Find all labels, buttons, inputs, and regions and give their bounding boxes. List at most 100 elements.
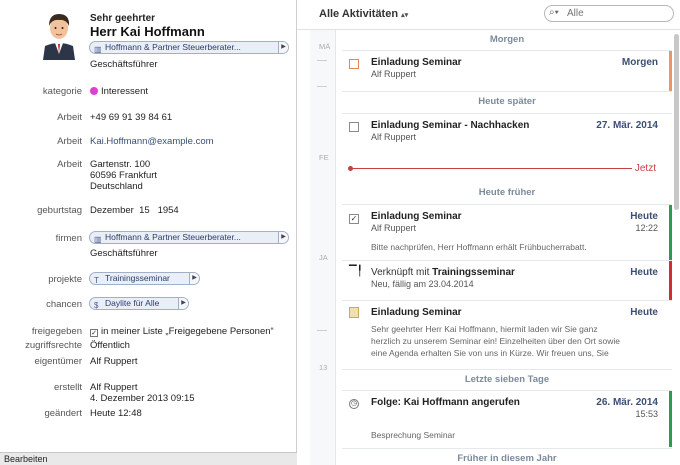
building-icon: ▥ xyxy=(94,45,102,54)
firmen-token-label: Hoffmann & Partner Steuerberater... xyxy=(105,232,241,242)
firmen-position: Geschäftsführer xyxy=(90,248,158,259)
task-checkbox[interactable] xyxy=(349,59,359,69)
token-arrow-icon[interactable]: ▶ xyxy=(178,298,188,309)
activity-date: Heute xyxy=(630,307,658,318)
contact-detail-pane: Sehr geehrter Herr Kai Hoffmann ▥ Hoffma… xyxy=(0,0,297,465)
chancen-label: chancen xyxy=(46,299,82,310)
activity-item[interactable]: ✓ Einladung Seminar Heute Alf Ruppert 12… xyxy=(342,204,672,261)
search-input[interactable] xyxy=(567,7,667,20)
activity-filter-label: Alle Aktivitäten xyxy=(319,8,399,20)
kategorie-label: kategorie xyxy=(42,86,82,97)
section-header: Früher in diesem Jahr xyxy=(342,448,672,465)
link-prefix: Verknüpft mit xyxy=(371,267,430,278)
timeline-month: MÄ xyxy=(319,42,331,51)
company-token-label: Hoffmann & Partner Steuerberater... xyxy=(105,42,241,52)
note-icon xyxy=(349,307,359,318)
category-color-dot xyxy=(90,87,98,95)
changed-label: geändert xyxy=(44,408,82,419)
address-label: Arbeit xyxy=(57,159,82,170)
activity-title: Einladung Seminar xyxy=(371,211,462,222)
zugriff-value[interactable]: Öffentlich xyxy=(90,340,130,351)
activity-owner: Alf Ruppert xyxy=(371,69,417,79)
salutation: Sehr geehrter xyxy=(90,13,156,24)
note-line: Sehr geehrter Herr Kai Hoffmann, hiermit… xyxy=(371,324,598,334)
timeline-month: 13 xyxy=(319,363,328,372)
activity-filter-dropdown[interactable]: Alle Aktivitäten ▴▾ xyxy=(319,8,408,20)
status-color-bar xyxy=(669,391,672,447)
section-header: Heute früher xyxy=(478,187,536,198)
activity-title: Einladung Seminar xyxy=(371,307,462,318)
email-label: Arbeit xyxy=(57,136,82,147)
activity-time: 12:22 xyxy=(635,223,658,233)
activity-title: Einladung Seminar xyxy=(371,57,462,68)
now-marker-line xyxy=(350,168,632,169)
email-value[interactable]: Kai.Hoffmann@example.com xyxy=(90,136,214,147)
zugriff-label: zugriffsrechte xyxy=(25,340,82,351)
project-token-label: Trainingsseminar xyxy=(105,273,170,283)
activity-date: 26. Mär. 2014 xyxy=(596,397,658,408)
firmen-token[interactable]: ▥ Hoffmann & Partner Steuerberater... ▶ xyxy=(89,231,289,244)
token-arrow-icon[interactable]: ▶ xyxy=(278,42,288,53)
section-header: Heute später xyxy=(342,91,672,111)
contact-name: Herr Kai Hoffmann xyxy=(90,24,205,39)
bottom-bar: Bearbeiten xyxy=(0,452,297,465)
app-window: Sehr geehrter Herr Kai Hoffmann ▥ Hoffma… xyxy=(0,0,680,465)
token-arrow-icon[interactable]: ▶ xyxy=(278,232,288,243)
projekte-label: projekte xyxy=(48,274,82,285)
activity-title: Verknüpft mit Trainingsseminar xyxy=(371,267,515,278)
activity-date: Morgen xyxy=(621,57,658,68)
scrollbar[interactable] xyxy=(673,30,679,210)
scrollbar-thumb[interactable] xyxy=(674,34,679,210)
status-color-bar xyxy=(669,205,672,261)
activity-feed: Morgen Einladung Seminar Morgen Alf Rupp… xyxy=(342,30,672,465)
building-icon: ▥ xyxy=(94,235,102,244)
project-token[interactable]: T Trainingsseminar ▶ xyxy=(89,272,200,285)
owner-value[interactable]: Alf Ruppert xyxy=(90,356,138,367)
project-pin-icon: ▔╿ xyxy=(349,266,363,277)
project-icon: T xyxy=(94,276,99,285)
section-header: Letzte sieben Tage xyxy=(342,369,672,389)
activity-pane: Alle Aktivitäten▴▾ ⌕▾ Morgen Einladung S… xyxy=(297,0,680,465)
timeline-month: JA xyxy=(319,253,328,262)
shared-checkbox[interactable]: ✓ xyxy=(90,329,98,337)
address-value[interactable]: Gartenstr. 100 60596 Frankfurt Deutschla… xyxy=(90,159,157,192)
activity-note: Bitte nachprüfen, Herr Hoffmann erhält F… xyxy=(371,242,587,252)
timeline-strip[interactable]: MÄ FE JA 13 xyxy=(310,30,336,465)
activity-date: 27. Mär. 2014 xyxy=(596,120,658,131)
search-field[interactable]: ⌕▾ xyxy=(544,5,674,22)
clock-icon: ◷ xyxy=(349,399,359,409)
opportunity-token-label: Daylite für Alle xyxy=(105,298,160,308)
activity-date: Heute xyxy=(630,211,658,222)
activity-item[interactable]: ◷ Folge: Kai Hoffmann angerufen 26. Mär.… xyxy=(342,390,672,447)
activity-owner: Alf Ruppert xyxy=(371,223,417,233)
kategorie-value[interactable]: Interessent xyxy=(90,86,148,97)
activity-item[interactable]: Einladung Seminar - Nachhacken 27. Mär. … xyxy=(342,113,672,153)
linked-project: Trainingsseminar xyxy=(432,267,515,278)
activity-time: 15:53 xyxy=(635,409,658,419)
activity-item[interactable]: Einladung Seminar Morgen Alf Ruppert xyxy=(342,50,672,91)
position-text: Geschäftsführer xyxy=(90,59,158,70)
created-value: Alf Ruppert 4. Dezember 2013 09:15 xyxy=(90,382,195,404)
activity-item[interactable]: ▔╿ Verknüpft mit Trainingsseminar Heute … xyxy=(342,260,672,301)
avatar xyxy=(40,10,78,60)
changed-value: Heute 12:48 xyxy=(90,408,142,419)
freigegeben-text: in meiner Liste „Freigegebene Personen“ xyxy=(101,326,274,337)
now-marker-label: Jetzt xyxy=(634,163,656,174)
phone-value[interactable]: +49 69 91 39 84 61 xyxy=(90,112,172,123)
opportunity-token[interactable]: $ Daylite für Alle ▶ xyxy=(89,297,189,310)
company-token[interactable]: ▥ Hoffmann & Partner Steuerberater... ▶ xyxy=(89,41,289,54)
activity-owner: Alf Ruppert xyxy=(371,132,417,142)
freigegeben-value[interactable]: ✓ in meiner Liste „Freigegebene Personen“ xyxy=(90,326,274,337)
task-checkbox-checked[interactable]: ✓ xyxy=(349,214,359,224)
activity-date: Heute xyxy=(630,267,658,278)
status-color-bar xyxy=(669,261,672,301)
timeline-month: FE xyxy=(319,153,329,162)
task-checkbox[interactable] xyxy=(349,122,359,132)
birthday-label: geburtstag xyxy=(37,205,82,216)
note-line: herzlich zu unserem Seminar ein! Einzelh… xyxy=(371,336,620,346)
birthday-value[interactable]: Dezember 15 1954 xyxy=(90,205,179,216)
timeline-tick xyxy=(317,60,327,61)
activity-due: Neu, fällig am 23.04.2014 xyxy=(371,279,474,289)
token-arrow-icon[interactable]: ▶ xyxy=(189,273,199,284)
edit-button[interactable]: Bearbeiten xyxy=(4,454,48,464)
